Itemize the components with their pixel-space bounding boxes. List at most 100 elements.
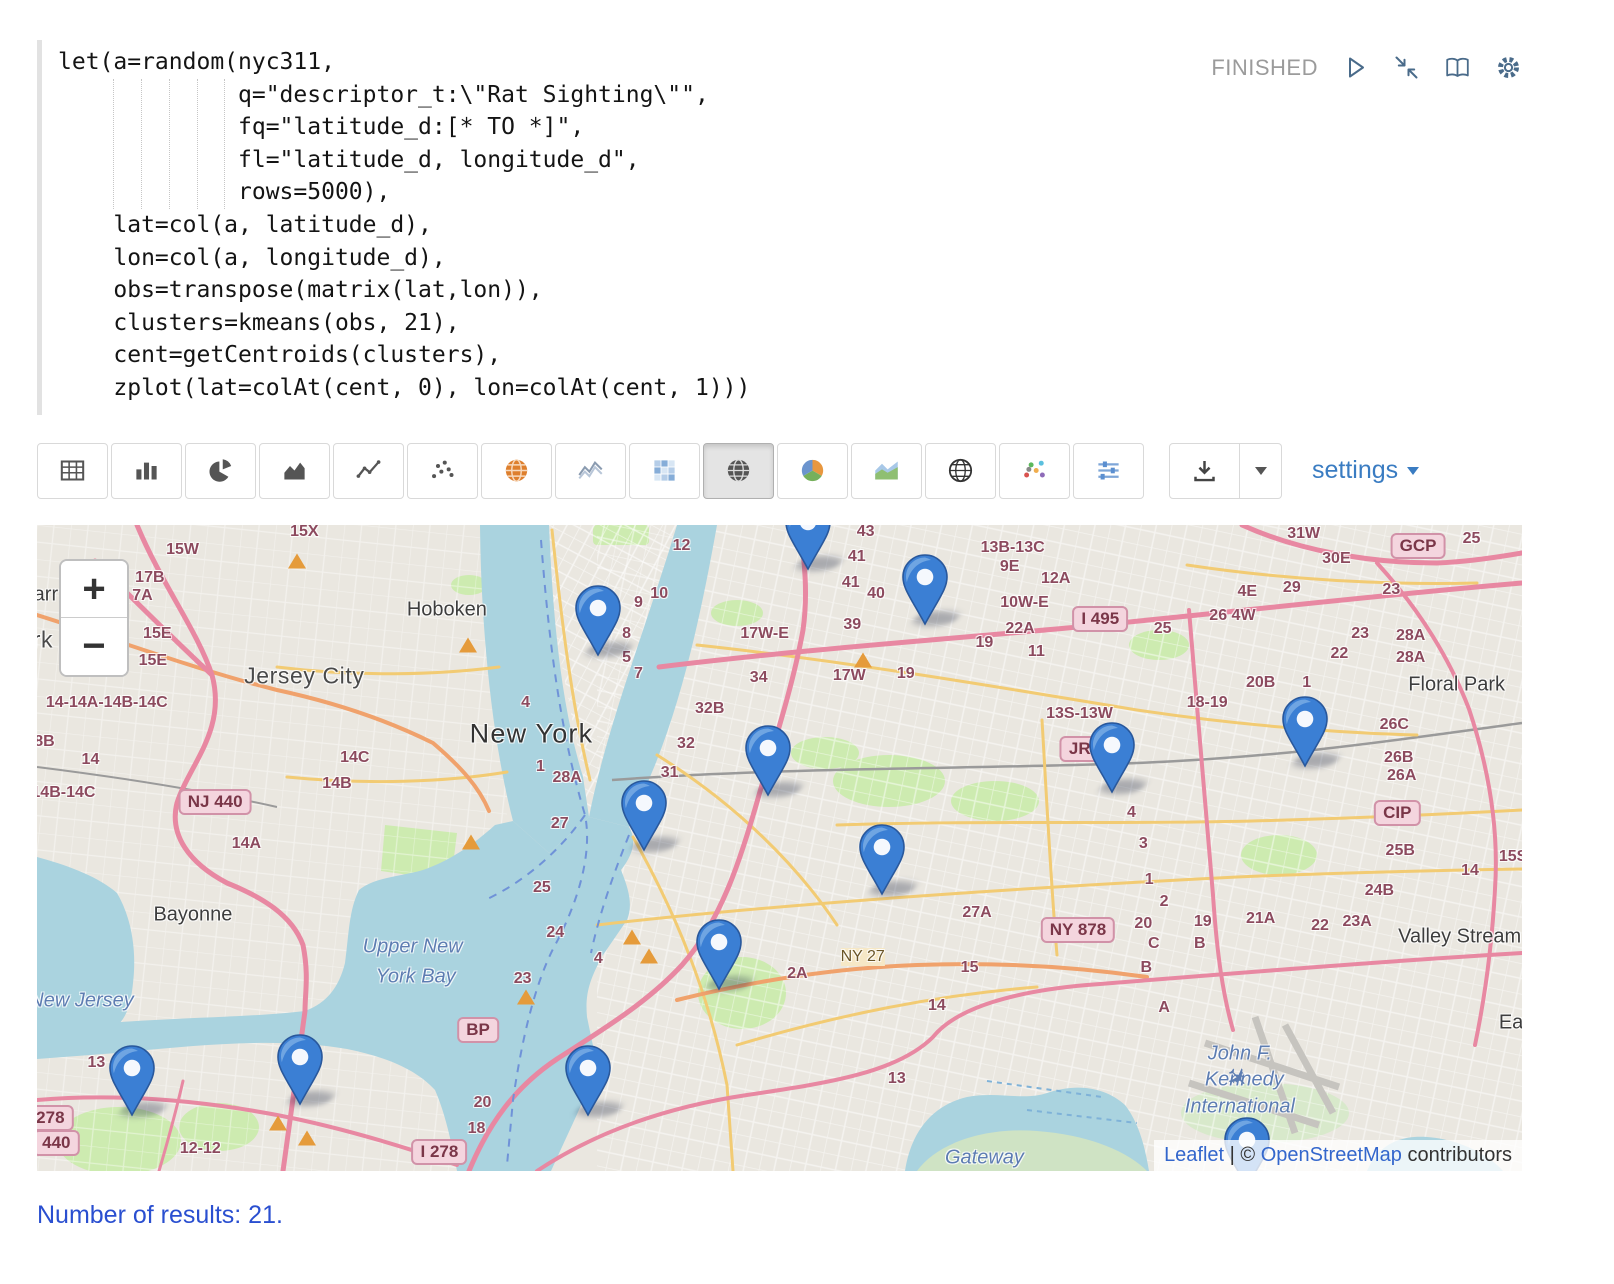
indent-guide <box>141 79 142 209</box>
poi-triangle-icon <box>623 930 641 945</box>
osm-link[interactable]: OpenStreetMap <box>1261 1144 1402 1166</box>
pie-chart-color-icon <box>799 457 826 484</box>
route-number-label: 15 <box>961 959 979 977</box>
code-editor[interactable]: let(a=random(nyc311, q="descriptor_t:\"R… <box>37 40 1191 415</box>
route-number-label: 21A <box>1246 910 1275 928</box>
scatter-color-icon <box>1021 457 1048 484</box>
route-number-label: 14 <box>1461 862 1479 880</box>
collapse-icon[interactable] <box>1393 54 1420 81</box>
route-number-label: 15E <box>139 652 167 670</box>
globe-wireframe-icon <box>947 457 974 484</box>
route-number-label: 15E <box>143 625 171 643</box>
map-marker[interactable] <box>743 724 793 798</box>
route-number-label: 27A <box>962 904 991 922</box>
route-number-label: 4E <box>1237 583 1257 601</box>
chart-type-area-color-button[interactable] <box>851 443 922 499</box>
road-shield: GCP <box>1391 533 1446 559</box>
settings-caret-icon <box>1407 467 1419 475</box>
leaflet-link[interactable]: Leaflet <box>1164 1144 1224 1166</box>
route-number-label: 26C <box>1380 716 1409 734</box>
route-number-label: 4 <box>521 694 530 712</box>
attribution-separator: | © <box>1224 1144 1261 1166</box>
download-button[interactable] <box>1169 443 1240 499</box>
route-number-label: 25 <box>1463 530 1481 548</box>
map-marker[interactable] <box>573 584 623 658</box>
route-number-label: 18-19 <box>1187 694 1228 712</box>
status-badge: FINISHED <box>1211 55 1318 81</box>
route-number-label: 29 <box>1283 579 1301 597</box>
chart-type-scatter-color-button[interactable] <box>999 443 1070 499</box>
route-number-label: 19 <box>976 634 994 652</box>
chart-type-line-button[interactable] <box>333 443 404 499</box>
heatmap-grid-icon <box>651 457 678 484</box>
route-number-label: 15X <box>290 525 318 542</box>
chart-type-grid-button[interactable] <box>629 443 700 499</box>
route-number-label: 19 <box>897 665 915 683</box>
route-number-label: 14-14A-14B-14C <box>46 694 168 712</box>
route-number-label: 22A <box>1005 620 1034 638</box>
route-number-label: 12-12 <box>180 1140 221 1158</box>
paragraph-controls: FINISHED <box>1191 54 1522 81</box>
chart-type-pie-color-button[interactable] <box>777 443 848 499</box>
route-number-label: 26 4W <box>1209 607 1255 625</box>
map-marker[interactable] <box>107 1044 157 1118</box>
chart-type-leaflet-map-button[interactable] <box>703 443 774 499</box>
marker-pin-icon <box>694 918 744 992</box>
code-text[interactable]: let(a=random(nyc311, q="descriptor_t:\"R… <box>58 46 1191 405</box>
map-place-label: Jersey City <box>244 662 364 689</box>
book-icon[interactable] <box>1444 54 1471 81</box>
chart-type-table-button[interactable] <box>37 443 108 499</box>
route-number-label: 14 <box>928 997 946 1015</box>
chart-type-facets-button[interactable] <box>1073 443 1144 499</box>
chart-type-sparkline-button[interactable] <box>555 443 626 499</box>
map-marker[interactable] <box>619 779 669 853</box>
map-marker[interactable] <box>275 1033 325 1107</box>
route-number-label: 4 <box>594 950 603 968</box>
map-canvas[interactable]: HobokenJersey CityNew YorkBayonneFloral … <box>37 525 1522 1171</box>
poi-triangle-icon <box>854 652 872 667</box>
chart-toolbar: settings <box>37 443 1522 499</box>
chart-type-area-button[interactable] <box>259 443 330 499</box>
route-number-label: 30E <box>1322 550 1350 568</box>
sparkline-chart-icon <box>577 457 604 484</box>
route-number-label: 41 <box>842 574 860 592</box>
route-number-label: 24B <box>1365 882 1394 900</box>
pie-chart-icon <box>207 457 234 484</box>
route-number-label: 26A <box>1387 767 1416 785</box>
chart-type-map-orange-button[interactable] <box>481 443 552 499</box>
route-number-label: 32B <box>695 700 724 718</box>
download-options-button[interactable] <box>1240 443 1282 499</box>
route-number-label: 7A <box>132 587 152 605</box>
chart-type-globe-wire-button[interactable] <box>925 443 996 499</box>
map-marker[interactable] <box>1087 721 1137 795</box>
route-number-label: 18 <box>468 1120 486 1138</box>
map-marker[interactable] <box>783 525 833 573</box>
map-marker[interactable] <box>1280 695 1330 769</box>
map-marker[interactable] <box>857 823 907 897</box>
map-marker[interactable] <box>563 1044 613 1118</box>
zoom-in-button[interactable]: + <box>61 561 127 618</box>
route-number-label: 3 <box>1139 835 1148 853</box>
map-marker[interactable] <box>900 553 950 627</box>
caret-down-icon <box>1255 467 1267 475</box>
marker-pin-icon <box>1087 721 1137 795</box>
chart-type-bar-button[interactable] <box>111 443 182 499</box>
road-shield: I 495 <box>1072 606 1128 632</box>
route-number-label: 13 <box>888 1070 906 1088</box>
marker-pin-icon <box>563 1044 613 1118</box>
route-number-label: 11 <box>1028 643 1045 661</box>
zoom-out-button[interactable]: − <box>61 618 127 675</box>
chart-type-pie-button[interactable] <box>185 443 256 499</box>
gear-icon[interactable] <box>1495 54 1522 81</box>
indent-guide <box>113 79 114 209</box>
poi-triangle-icon <box>640 949 658 964</box>
settings-toggle[interactable]: settings <box>1312 456 1419 485</box>
run-icon[interactable] <box>1342 54 1369 81</box>
route-number-label: 17B <box>135 569 164 587</box>
map-place-label: rk <box>37 627 53 654</box>
map-marker[interactable] <box>694 918 744 992</box>
chart-type-scatter-button[interactable] <box>407 443 478 499</box>
route-number-label: 26B <box>1384 749 1413 767</box>
route-number-label: A <box>1158 999 1170 1017</box>
route-number-label: 24 <box>546 924 564 942</box>
